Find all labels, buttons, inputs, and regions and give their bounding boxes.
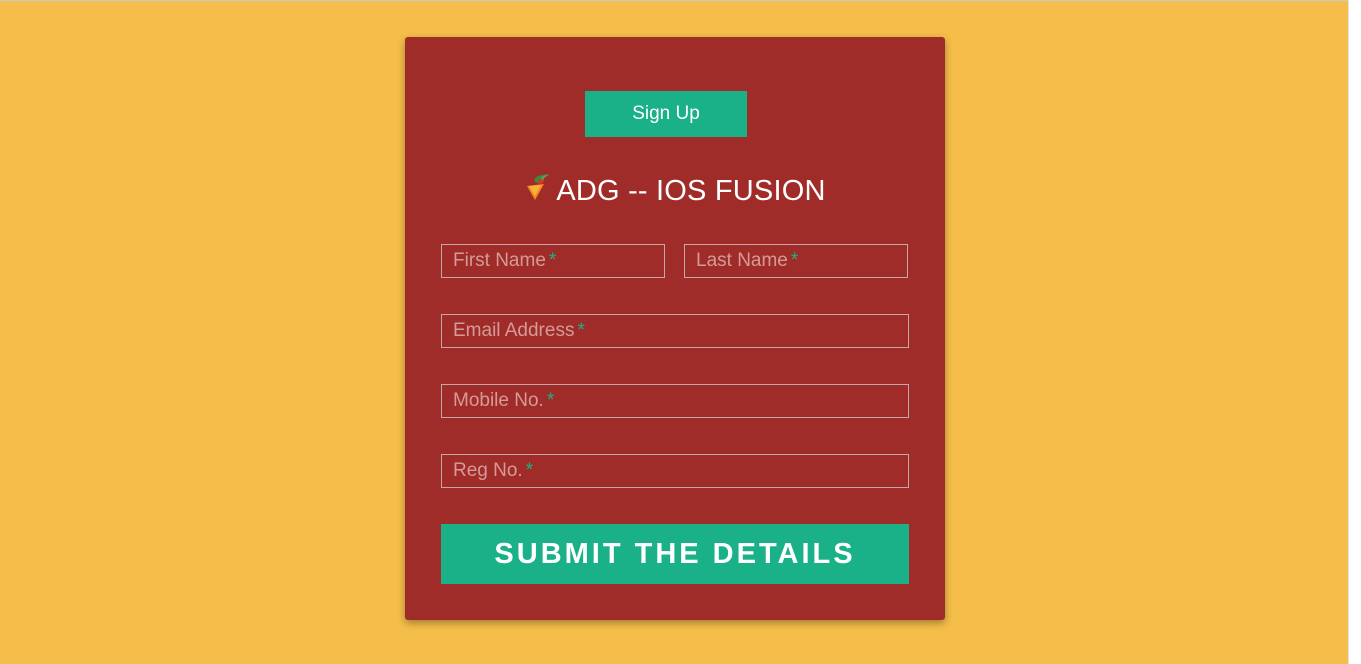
submit-button[interactable]: SUBMIT THE DETAILS <box>441 524 909 584</box>
top-divider <box>0 0 1349 1</box>
signup-card: Sign Up ADG -- IOS FUSION First Name * La… <box>405 37 945 620</box>
reg-no-input[interactable] <box>442 455 908 487</box>
tab-sign-up[interactable]: Sign Up <box>585 91 747 137</box>
email-input[interactable] <box>442 315 908 347</box>
email-field[interactable]: Email Address * <box>441 314 909 348</box>
mobile-input[interactable] <box>442 385 908 417</box>
page: Sign Up ADG -- IOS FUSION First Name * La… <box>0 0 1361 664</box>
last-name-field[interactable]: Last Name * <box>684 244 908 278</box>
brand-header: ADG -- IOS FUSION <box>405 171 945 211</box>
reg-no-field[interactable]: Reg No. * <box>441 454 909 488</box>
first-name-input[interactable] <box>442 245 664 277</box>
last-name-input[interactable] <box>685 245 907 277</box>
adg-logo-icon <box>527 174 550 200</box>
mobile-field[interactable]: Mobile No. * <box>441 384 909 418</box>
page-title: ADG -- IOS FUSION <box>556 174 826 207</box>
vertical-scrollbar[interactable] <box>1348 0 1361 664</box>
first-name-field[interactable]: First Name * <box>441 244 665 278</box>
